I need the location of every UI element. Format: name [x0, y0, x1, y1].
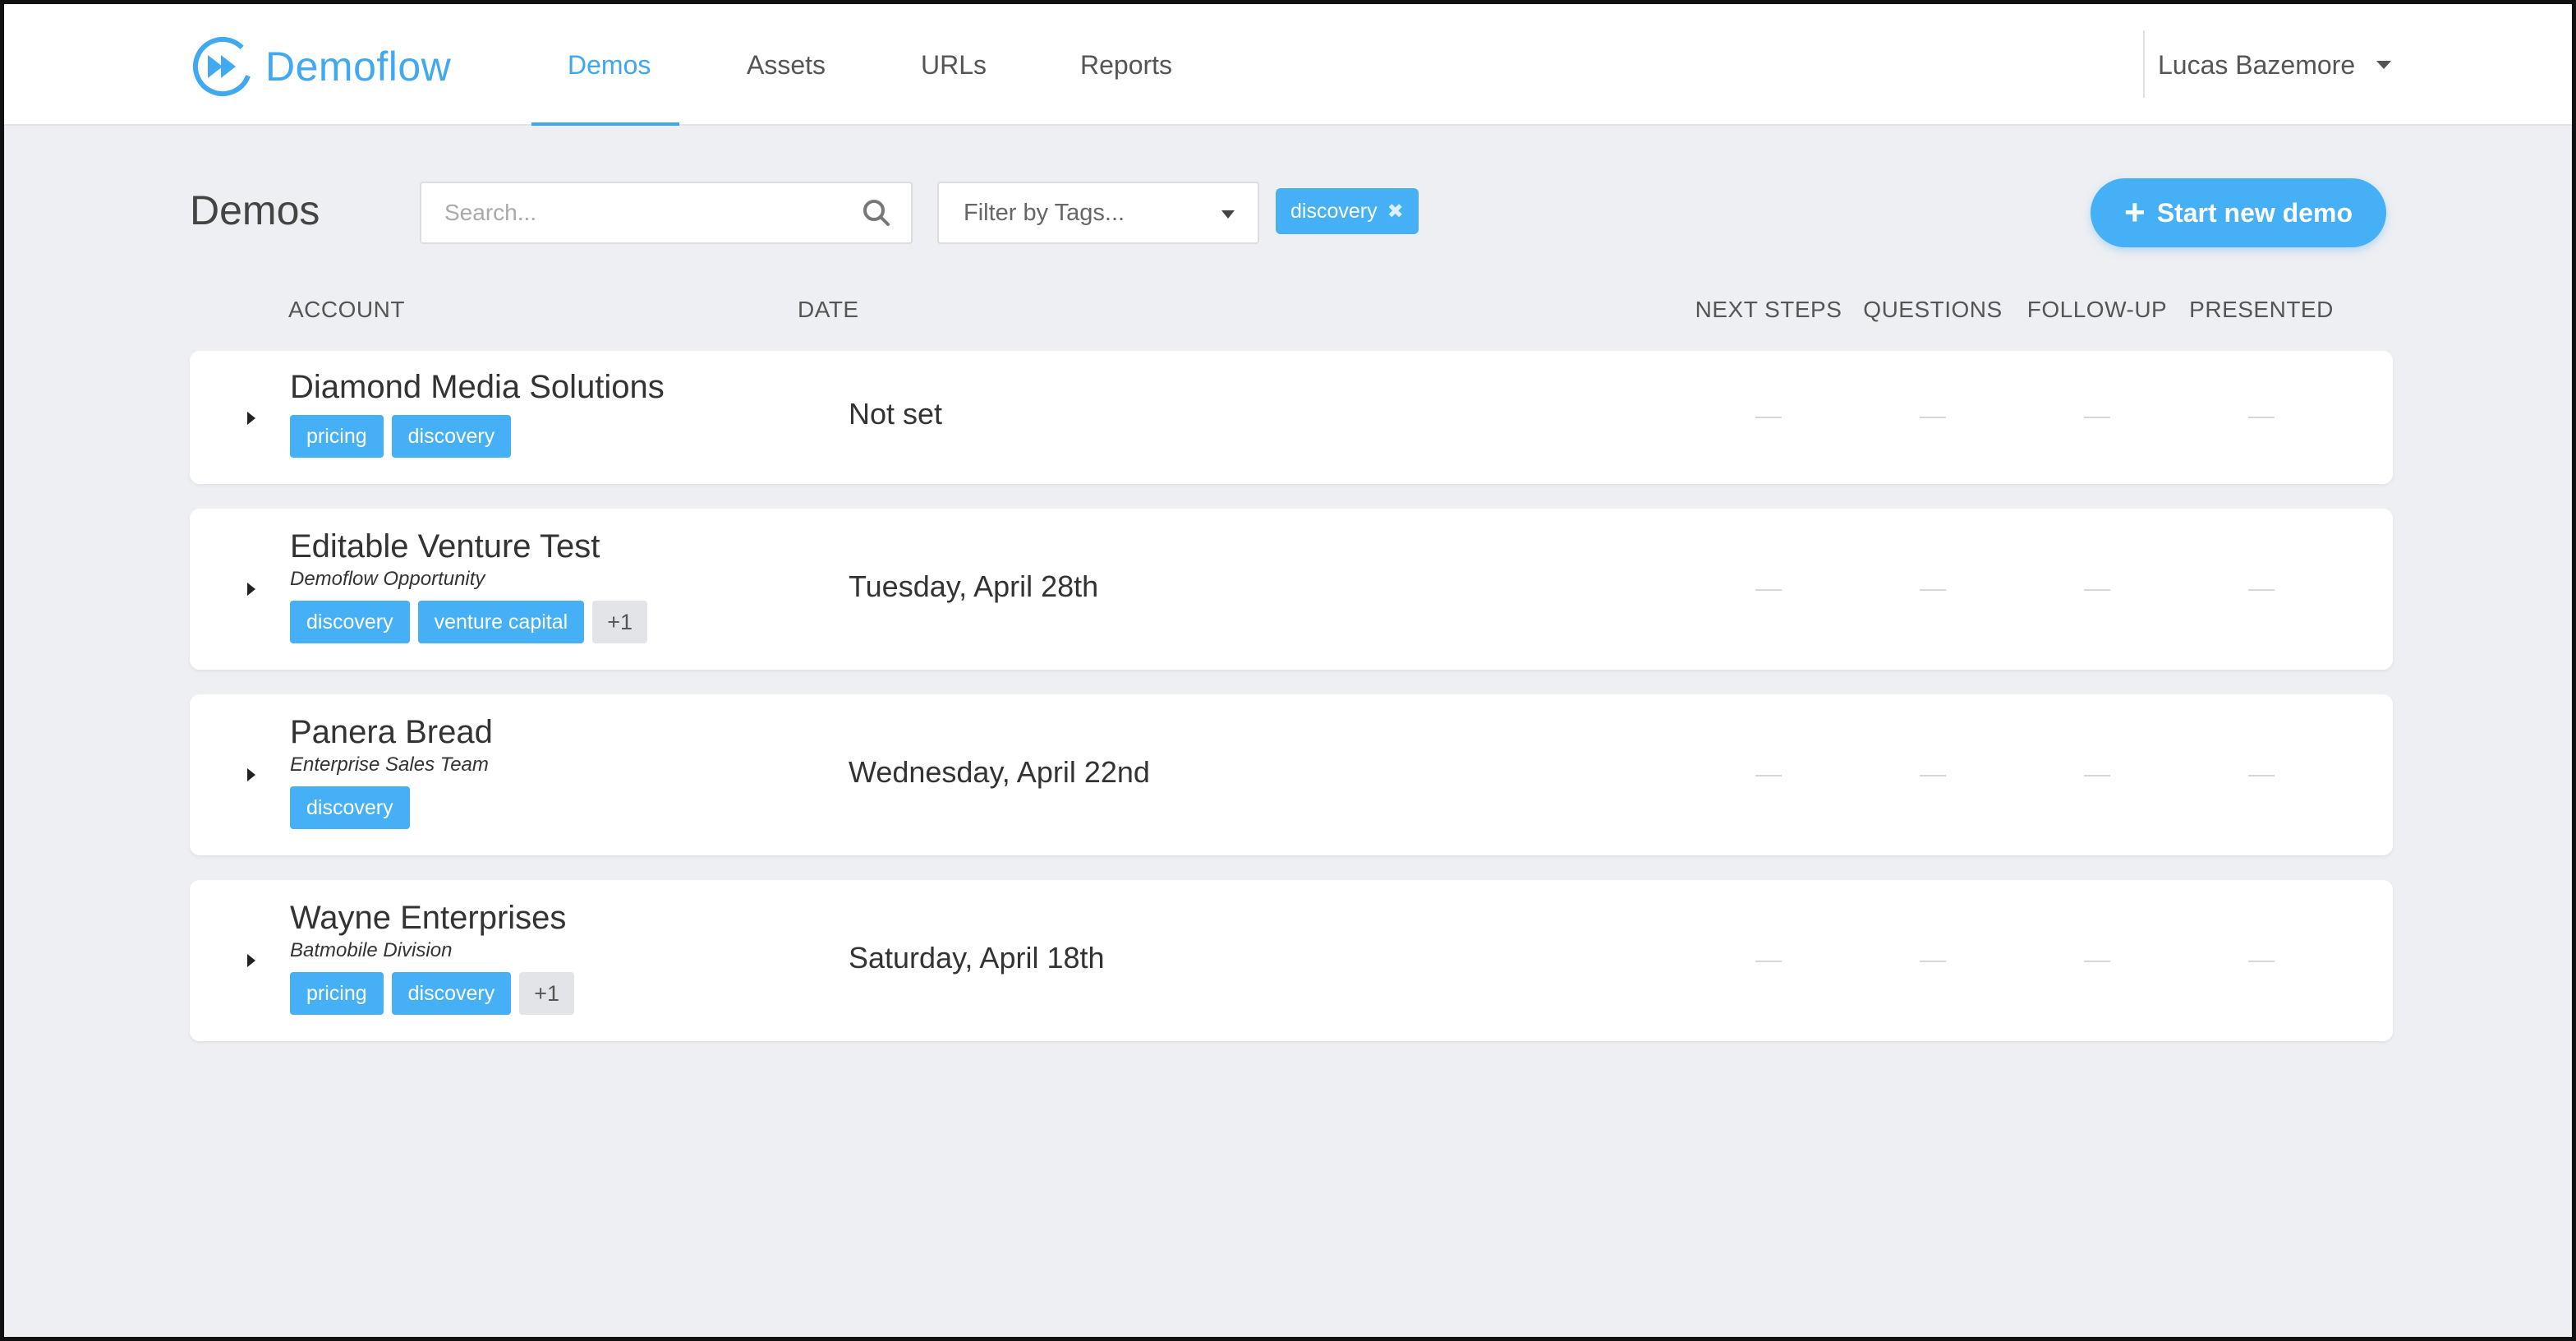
account-name: Panera Bread — [290, 714, 493, 750]
active-tab-indicator — [531, 122, 679, 126]
presented-empty — [2248, 417, 2275, 418]
search-box[interactable] — [420, 182, 913, 244]
chevron-down-icon — [2376, 61, 2392, 69]
column-header-account[interactable]: ACCOUNT — [288, 297, 405, 323]
presented-empty — [2248, 589, 2275, 591]
start-new-demo-label: Start new demo — [2156, 197, 2353, 228]
tag-badge[interactable]: pricing — [290, 972, 384, 1015]
page-title: Demos — [190, 187, 320, 233]
brand-name: Demoflow — [265, 44, 452, 90]
nav-tab-urls[interactable]: URLs — [921, 4, 987, 126]
table-row[interactable]: Editable Venture Test Demoflow Opportuni… — [190, 509, 2393, 670]
account-subtitle: Batmobile Division — [290, 939, 453, 961]
tag-list: discovery — [290, 786, 410, 829]
expand-row-icon[interactable] — [247, 412, 255, 425]
follow-up-empty — [2084, 589, 2110, 591]
account-subtitle: Enterprise Sales Team — [290, 753, 489, 776]
demo-date: Not set — [849, 397, 943, 431]
expand-row-icon[interactable] — [247, 954, 255, 967]
start-new-demo-button[interactable]: + Start new demo — [2091, 178, 2386, 247]
tag-list: discovery venture capital +1 — [290, 601, 647, 643]
nav-tab-reports[interactable]: Reports — [1080, 4, 1172, 126]
table-row[interactable]: Panera Bread Enterprise Sales Team disco… — [190, 694, 2393, 855]
remove-filter-icon[interactable]: ✖ — [1387, 200, 1404, 224]
nav-tab-assets[interactable]: Assets — [747, 4, 826, 126]
column-header-next-steps[interactable]: NEXT STEPS — [1695, 297, 1842, 323]
column-header-date[interactable]: DATE — [798, 297, 859, 323]
follow-up-empty — [2084, 961, 2110, 962]
active-filter-tag: discovery ✖ — [1276, 188, 1419, 234]
expand-row-icon[interactable] — [247, 768, 255, 781]
top-nav-bar: Demoflow Demos Assets URLs Reports Lucas… — [4, 4, 2572, 126]
follow-up-empty — [2084, 417, 2110, 418]
demo-date: Saturday, April 18th — [849, 941, 1105, 975]
brand-logo[interactable]: Demoflow — [190, 34, 451, 99]
tag-badge[interactable]: pricing — [290, 415, 384, 458]
tag-badge[interactable]: venture capital — [417, 601, 585, 643]
expand-row-icon[interactable] — [247, 583, 255, 596]
tag-badge[interactable]: discovery — [391, 972, 512, 1015]
account-name: Wayne Enterprises — [290, 900, 567, 936]
search-input[interactable] — [444, 200, 860, 226]
more-tags-badge[interactable]: +1 — [519, 972, 575, 1015]
tag-badge[interactable]: discovery — [290, 601, 410, 643]
tag-list: pricing discovery +1 — [290, 972, 575, 1015]
table-row[interactable]: Wayne Enterprises Batmobile Division pri… — [190, 880, 2393, 1041]
table-row[interactable]: Diamond Media Solutions pricing discover… — [190, 351, 2393, 484]
chevron-down-icon — [1221, 210, 1235, 219]
user-menu[interactable]: Lucas Bazemore — [2158, 4, 2392, 126]
next-steps-empty — [1755, 775, 1782, 776]
tag-filter-dropdown[interactable]: Filter by Tags... — [937, 182, 1259, 244]
tag-badge[interactable]: discovery — [391, 415, 512, 458]
fast-forward-logo-icon — [193, 37, 252, 96]
column-header-questions[interactable]: QUESTIONS — [1863, 297, 2002, 323]
search-icon[interactable] — [860, 196, 893, 229]
nav-divider — [2143, 30, 2145, 98]
questions-empty — [1920, 775, 1946, 776]
questions-empty — [1920, 417, 1946, 418]
next-steps-empty — [1755, 417, 1782, 418]
next-steps-empty — [1755, 961, 1782, 962]
active-filter-label: discovery — [1290, 199, 1378, 223]
column-header-presented[interactable]: PRESENTED — [2189, 297, 2334, 323]
tag-filter-placeholder: Filter by Tags... — [964, 199, 1125, 226]
app-window: Demoflow Demos Assets URLs Reports Lucas… — [0, 0, 2576, 1341]
presented-empty — [2248, 961, 2275, 962]
column-header-follow-up[interactable]: FOLLOW-UP — [2027, 297, 2167, 323]
questions-empty — [1920, 589, 1946, 591]
demo-date: Tuesday, April 28th — [849, 569, 1099, 603]
tag-list: pricing discovery — [290, 415, 512, 458]
presented-empty — [2248, 775, 2275, 776]
account-subtitle: Demoflow Opportunity — [290, 568, 485, 590]
questions-empty — [1920, 961, 1946, 962]
account-name: Diamond Media Solutions — [290, 369, 665, 405]
tag-badge[interactable]: discovery — [290, 786, 410, 829]
nav-tab-demos[interactable]: Demos — [568, 4, 651, 126]
user-name: Lucas Bazemore — [2158, 49, 2356, 80]
account-name: Editable Venture Test — [290, 528, 600, 565]
more-tags-badge[interactable]: +1 — [592, 601, 647, 643]
follow-up-empty — [2084, 775, 2110, 776]
plus-icon: + — [2124, 192, 2146, 233]
demo-date: Wednesday, April 22nd — [849, 755, 1150, 789]
next-steps-empty — [1755, 589, 1782, 591]
